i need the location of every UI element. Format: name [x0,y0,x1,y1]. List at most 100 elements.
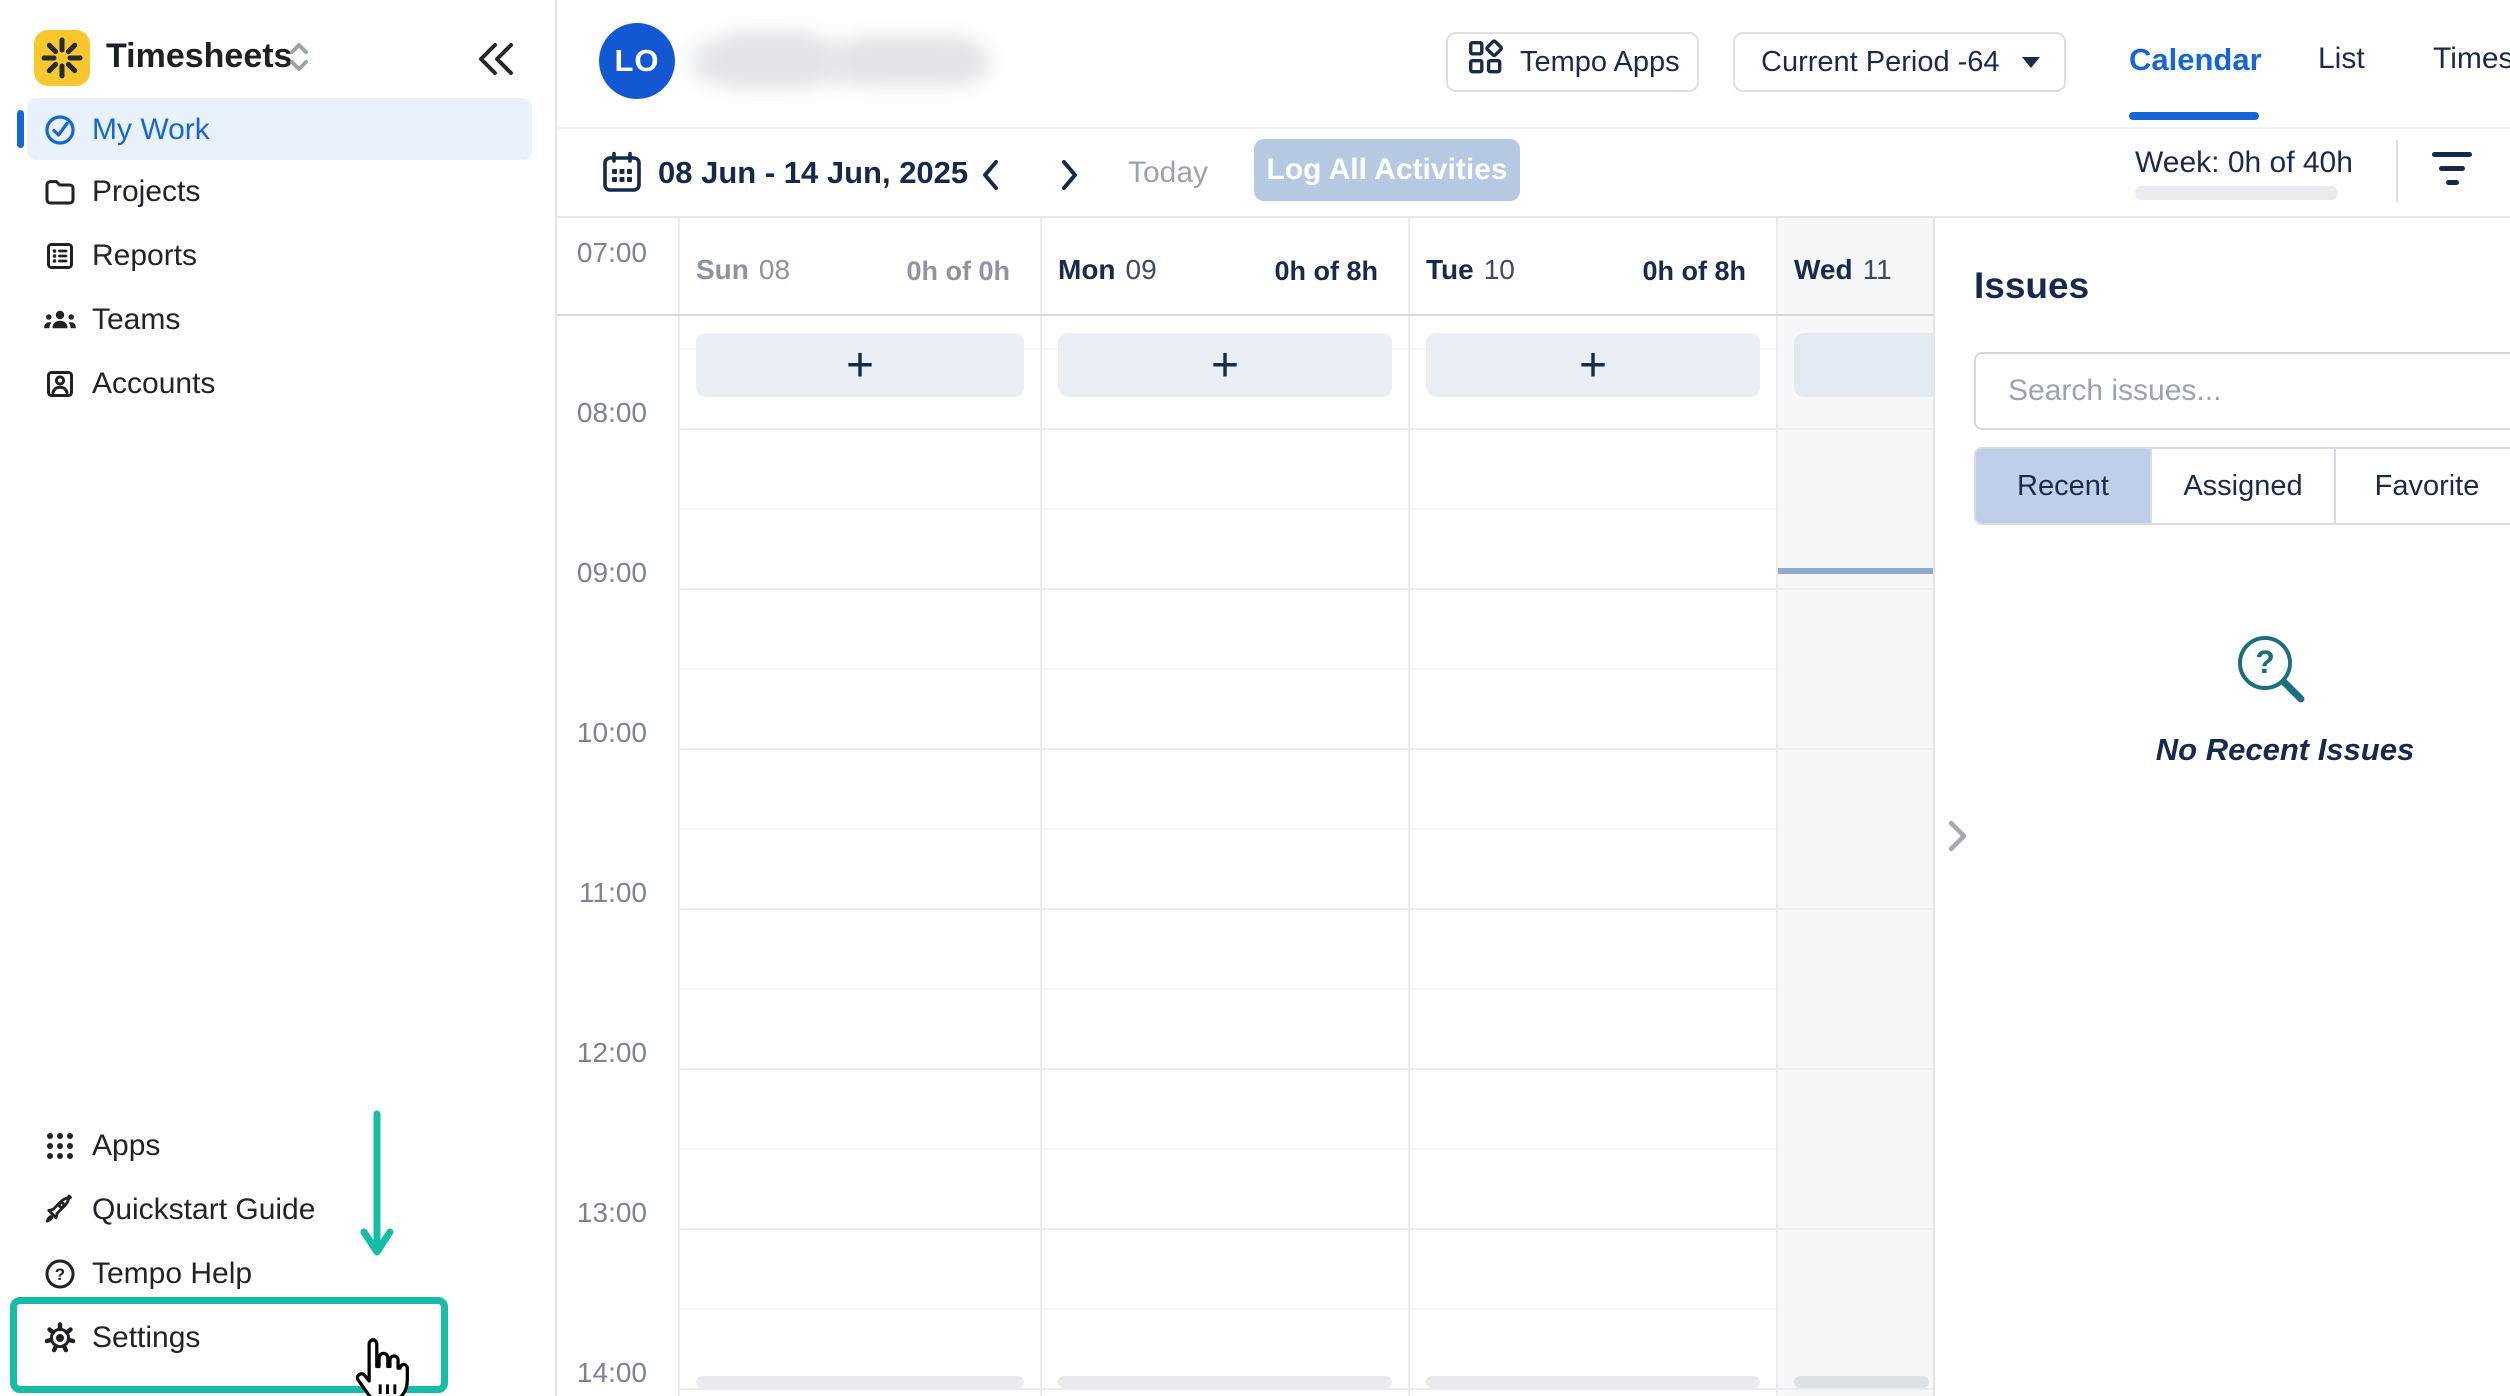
user-avatar[interactable]: LO [599,23,675,99]
folder-icon [42,174,78,210]
plus-icon: + [846,338,874,393]
period-selector-value: Current Period -64 [1761,46,2000,79]
report-list-icon [42,238,78,274]
add-worklog-button[interactable]: + [1426,333,1760,397]
sidebar-item-label: Projects [92,174,200,210]
day-grid[interactable] [1042,316,1408,1396]
sidebar-item-settings[interactable]: Settings [0,1306,555,1370]
add-worklog-button[interactable] [1794,333,1933,397]
sidebar: Timesheets [0,0,557,1396]
issues-tabs: Recent Assigned Favorite [1974,447,2510,525]
issues-panel-title: Issues [1974,265,2089,307]
chevron-down-icon [2022,57,2040,68]
tab-calendar[interactable]: Calendar [2129,42,2262,78]
sidebar-item-tempo-help[interactable]: ? Tempo Help [0,1242,555,1306]
header-divider [555,127,2510,129]
day-column-wed: Wed11 [1776,218,1933,1396]
day-header: Sun08 [696,254,790,286]
sidebar-item-projects[interactable]: Projects [0,160,555,224]
plus-icon: + [1579,338,1607,393]
add-worklog-button[interactable]: + [1058,333,1392,397]
search-issues-input[interactable] [1974,352,2510,430]
sidebar-item-label: My Work [92,112,210,148]
sidebar-item-label: Accounts [92,366,215,402]
sidebar-item-quickstart-guide[interactable]: Quickstart Guide [0,1178,555,1242]
id-card-icon [42,366,78,402]
sidebar-item-apps[interactable]: Apps [0,1114,555,1178]
previous-week-button[interactable] [976,156,1006,199]
day-progress-bar [696,1376,1024,1388]
day-progress-bar [1794,1376,1929,1388]
day-header: Wed11 [1794,254,1892,286]
day-hours-summary: 0h of 8h [1642,256,1746,287]
sidebar-item-my-work[interactable]: My Work [0,98,555,162]
active-item-indicator [17,110,24,148]
dots-grid-icon [42,1128,78,1164]
day-grid[interactable] [1778,316,1933,1396]
sidebar-item-label: Teams [92,302,180,338]
tempo-apps-icon [1466,38,1506,86]
plus-icon: + [1211,338,1239,393]
sidebar-item-accounts[interactable]: Accounts [0,352,555,416]
people-icon [42,302,78,338]
svg-text:?: ? [55,1265,65,1284]
add-worklog-button[interactable]: + [696,333,1024,397]
search-question-icon: ? [2225,626,2325,731]
empty-state-text: No Recent Issues [2065,732,2505,768]
day-column-tue: Tue10 0h of 8h + [1408,218,1776,1396]
sidebar-collapse-icon[interactable] [474,40,520,83]
time-label: 14:00 [555,1355,647,1391]
calendar-icon [600,150,644,201]
day-grid[interactable] [680,316,1040,1396]
app-title: Timesheets [106,37,292,76]
time-label: 07:00 [555,235,647,271]
sidebar-item-label: Settings [92,1320,200,1356]
issues-tab-recent[interactable]: Recent [1974,447,2152,525]
sidebar-item-label: Reports [92,238,197,274]
day-grid[interactable] [1410,316,1776,1396]
day-header: Mon09 [1058,254,1157,286]
tab-times[interactable]: Times [2433,42,2510,76]
hand-cursor-icon [348,1334,414,1396]
period-selector-dropdown[interactable]: Current Period -64 [1733,32,2066,92]
sidebar-item-label: Tempo Help [92,1256,252,1292]
issues-tab-assigned[interactable]: Assigned [2150,447,2336,525]
time-label: 08:00 [555,395,647,431]
sidebar-item-label: Apps [92,1128,160,1164]
tempo-logo-icon [34,30,90,86]
sidebar-item-label: Quickstart Guide [92,1192,315,1228]
toolbar-divider [2396,140,2398,202]
check-circle-icon [42,112,78,148]
svg-text:?: ? [2255,644,2275,680]
time-label: 11:00 [555,875,647,911]
tab-list[interactable]: List [2318,42,2365,76]
day-header: Tue10 [1426,254,1515,286]
issues-panel: Issues Recent Assigned Favorite ? No Rec… [1933,218,2510,1396]
date-range-label[interactable]: 08 Jun - 14 Jun, 2025 [658,155,968,191]
log-all-activities-button[interactable]: Log All Activities [1254,139,1520,201]
today-button[interactable]: Today [1128,156,1208,190]
question-circle-icon: ? [42,1256,78,1292]
next-week-button[interactable] [1054,156,1084,199]
time-label: 10:00 [555,715,647,751]
sidebar-item-teams[interactable]: Teams [0,288,555,352]
day-progress-bar [1058,1376,1392,1388]
day-hours-summary: 0h of 8h [1274,256,1378,287]
active-tab-underline [2129,112,2259,120]
gear-icon [42,1320,78,1356]
redacted-user-name [690,28,1000,94]
week-progress-bar [2135,186,2338,200]
issues-tab-favorite[interactable]: Favorite [2334,447,2510,525]
panel-collapse-icon[interactable] [1941,816,1973,861]
tempo-apps-button[interactable]: Tempo Apps [1446,32,1699,92]
rocket-icon [42,1192,78,1228]
calendar-header-border [555,314,1933,316]
time-label: 12:00 [555,1035,647,1071]
week-summary-label: Week: 0h of 40h [2135,146,2353,180]
app-switcher-icon[interactable] [284,36,314,97]
annotation-arrow-down [355,1106,399,1271]
tempo-apps-label: Tempo Apps [1520,46,1680,79]
tempo-timesheets-app: Timesheets [0,0,2510,1396]
sidebar-item-reports[interactable]: Reports [0,224,555,288]
day-column-mon: Mon09 0h of 8h + [1040,218,1408,1396]
